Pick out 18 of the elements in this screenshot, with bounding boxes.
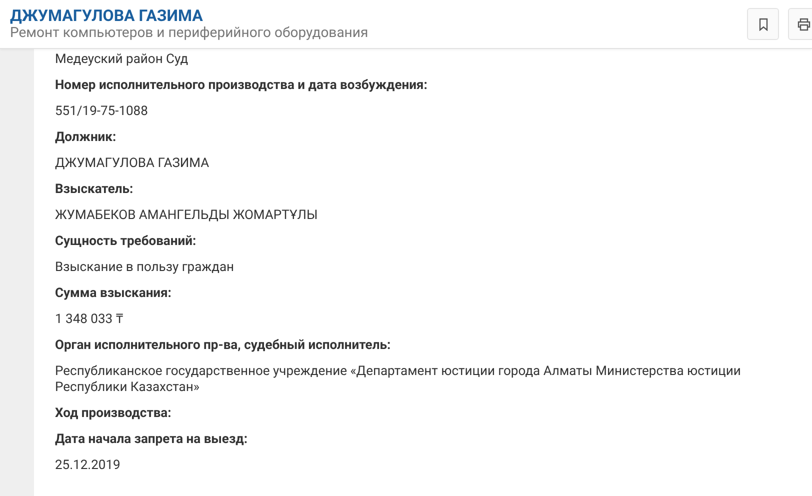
- field-value: Республиканское государственное учреждение «Департамент юстиции города Алматы Министерства юстиции Республики Казахстан»: [55, 364, 742, 396]
- field-label: Номер исполнительного производства и дата возбуждения:: [55, 78, 428, 94]
- field-value: 1 348 033 ₸: [55, 312, 124, 328]
- field-value: 25.12.2019: [55, 458, 122, 474]
- field-value: ЖУМАБЕКОВ АМАНГЕЛЬДЫ ЖОМАРТҰЛЫ: [55, 208, 319, 224]
- field-value: 551/19-75-1088: [55, 104, 149, 120]
- field-label: Взыскатель:: [55, 182, 134, 198]
- company-title: ДЖУМАГУЛОВА ГАЗИМА: [10, 6, 204, 25]
- field-label: Дата начала запрета на выезд:: [55, 432, 249, 448]
- field-label: Сущность требований:: [55, 234, 198, 250]
- field-label: Должник:: [55, 130, 118, 146]
- field-label: Ход производства:: [55, 406, 172, 422]
- field-label: Сумма взыскания:: [55, 286, 172, 302]
- court-name: Медеуский район Суд: [55, 52, 190, 68]
- field-value: Взыскание в пользу граждан: [55, 260, 236, 276]
- company-subtitle: Ремонт компьютеров и периферийного оборудования: [10, 25, 370, 42]
- field-value: ДЖУМАГУЛОВА ГАЗИМА: [55, 156, 210, 172]
- field-label: Орган исполнительного пр-ва, судебный исполнитель:: [55, 338, 392, 354]
